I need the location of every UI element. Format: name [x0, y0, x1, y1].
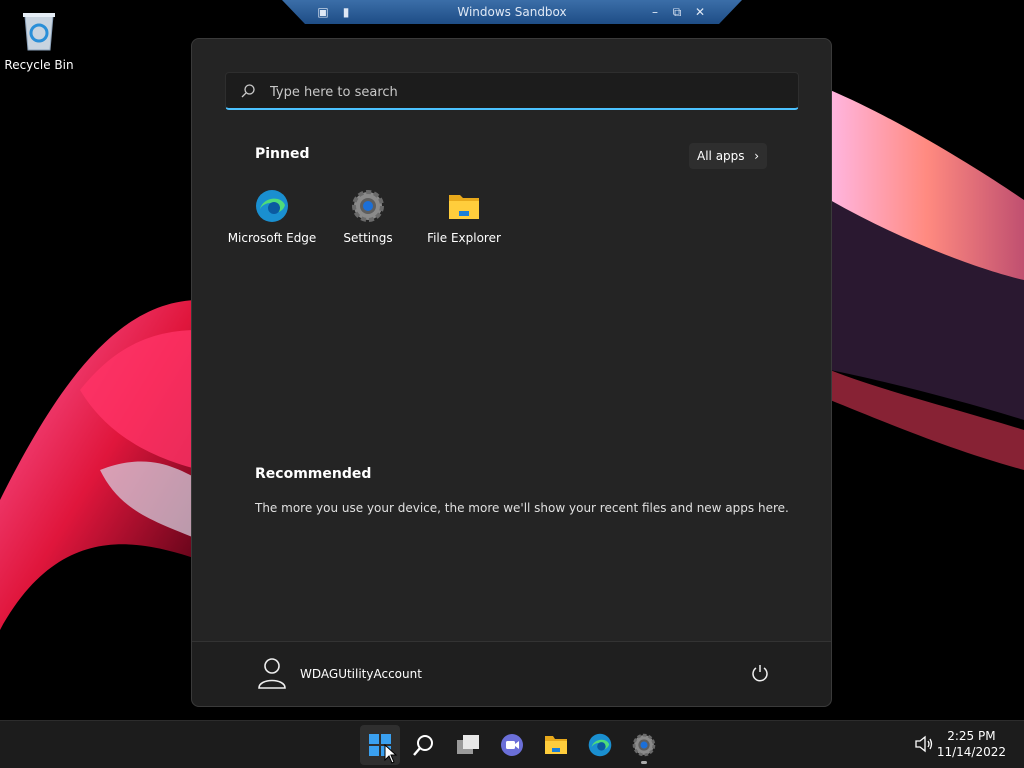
- close-button[interactable]: ✕: [691, 3, 709, 21]
- chevron-right-icon: ›: [754, 149, 759, 163]
- settings-button[interactable]: [624, 725, 664, 765]
- folder-icon: [545, 736, 567, 754]
- edge-icon: [588, 733, 612, 757]
- restore-button[interactable]: ⧉: [668, 3, 686, 21]
- pinned-app-edge[interactable]: Microsoft Edge: [224, 189, 320, 245]
- user-avatar-icon: [258, 658, 286, 689]
- search-input[interactable]: [268, 79, 772, 105]
- recycle-bin-icon: [23, 13, 55, 51]
- all-apps-label: All apps: [697, 149, 745, 163]
- search-button[interactable]: [404, 725, 444, 765]
- search-icon: [241, 84, 255, 98]
- task-view-button[interactable]: [448, 725, 488, 765]
- sandbox-title-bar[interactable]: ▣ ▮ Windows Sandbox – ⧉ ✕: [282, 0, 742, 24]
- edge-icon: [256, 190, 288, 222]
- pinned-app-file-explorer[interactable]: File Explorer: [416, 189, 512, 245]
- task-view-icon: [457, 735, 479, 754]
- power-icon[interactable]: [751, 664, 769, 682]
- pinned-app-label: File Explorer: [427, 231, 501, 245]
- running-indicator: [641, 761, 647, 764]
- user-account-button[interactable]: WDAGUtilityAccount: [256, 656, 422, 694]
- user-name: WDAGUtilityAccount: [300, 667, 422, 681]
- pinned-app-label: Microsoft Edge: [227, 231, 317, 245]
- start-menu: Pinned All apps › Microsoft Edge Setting…: [191, 38, 832, 707]
- clock-time: 2:25 PM: [947, 729, 996, 743]
- start-footer: WDAGUtilityAccount: [192, 641, 831, 706]
- pinned-title: Pinned: [255, 146, 310, 162]
- mouse-cursor: [384, 744, 398, 764]
- settings-gear-icon: [352, 190, 384, 222]
- clock[interactable]: 2:25 PM 11/14/2022: [937, 728, 1006, 760]
- recommended-title: Recommended: [255, 466, 372, 482]
- edge-button[interactable]: [580, 725, 620, 765]
- folder-icon: [449, 195, 479, 219]
- chat-icon: [501, 734, 523, 756]
- settings-gear-icon: [632, 733, 656, 757]
- start-search-box[interactable]: [225, 72, 799, 110]
- clock-date: 11/14/2022: [936, 745, 1006, 759]
- pinned-app-label: Settings: [343, 231, 393, 245]
- volume-icon[interactable]: [914, 735, 934, 753]
- search-icon: [413, 735, 433, 756]
- all-apps-button[interactable]: All apps ›: [689, 143, 767, 169]
- teams-chat-button[interactable]: [492, 725, 532, 765]
- minimize-button[interactable]: –: [646, 3, 664, 21]
- pinned-app-settings[interactable]: Settings: [320, 189, 416, 245]
- recycle-bin-desktop-icon[interactable]: Recycle Bin: [4, 8, 74, 72]
- taskbar: 2:25 PM 11/14/2022: [0, 720, 1024, 768]
- recommended-empty-text: The more you use your device, the more w…: [255, 501, 789, 515]
- file-explorer-button[interactable]: [536, 725, 576, 765]
- recycle-bin-label: Recycle Bin: [4, 58, 74, 72]
